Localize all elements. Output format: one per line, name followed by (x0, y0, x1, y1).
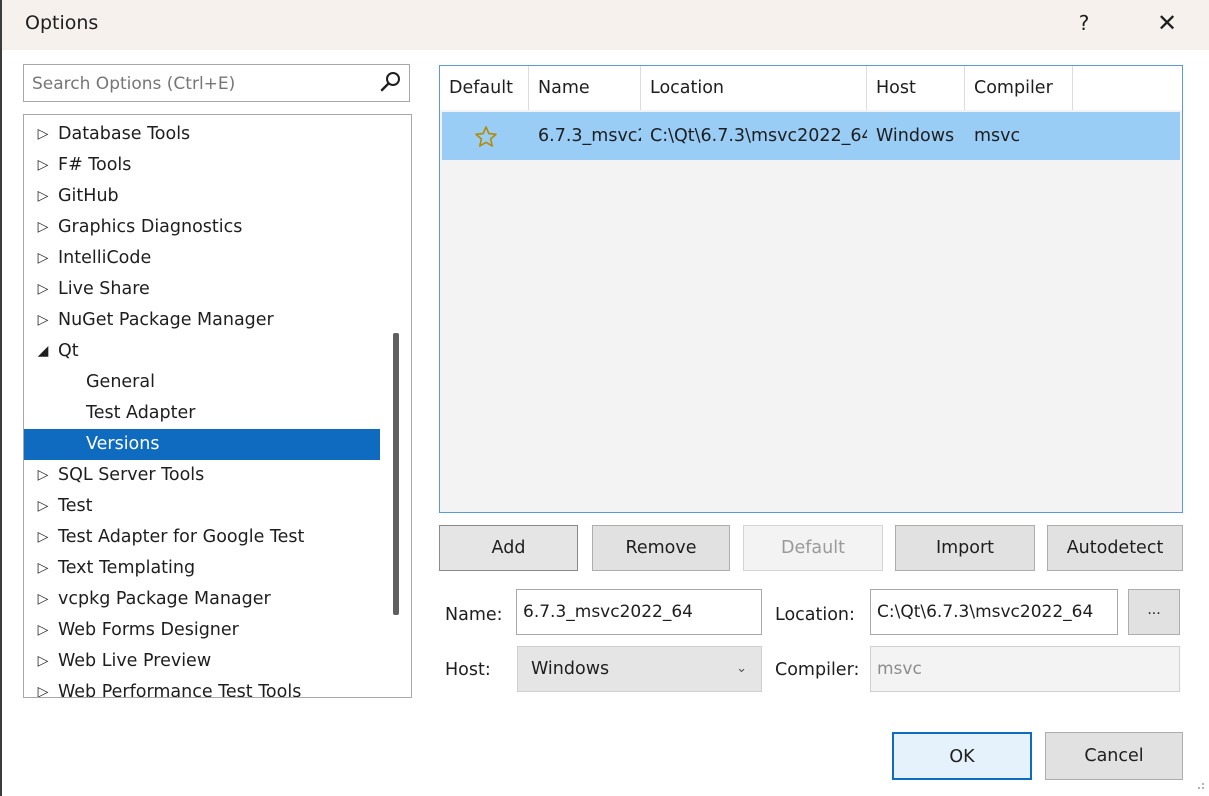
qt-versions-grid[interactable]: Default Name Location Host Compiler 6.7.… (439, 65, 1183, 513)
options-tree[interactable]: ▷ Database Tools ▷ F# Tools ▷ GitHub ▷ G… (23, 114, 412, 698)
tree-item-text-templating[interactable]: ▷ Text Templating (24, 553, 380, 584)
tree-item-qt-general[interactable]: General (24, 367, 380, 398)
expand-arrow-icon[interactable]: ▷ (34, 460, 52, 491)
close-button[interactable]: ✕ (1152, 6, 1182, 40)
default-button[interactable]: Default (743, 525, 883, 571)
browse-button[interactable]: ... (1128, 589, 1180, 635)
tree-item-fsharp-tools[interactable]: ▷ F# Tools (24, 150, 380, 181)
collapse-arrow-icon[interactable]: ◢ (34, 336, 52, 367)
expand-arrow-icon[interactable]: ▷ (34, 522, 52, 553)
tree-item-qt[interactable]: ◢ Qt (24, 336, 380, 367)
tree-item-label: F# Tools (58, 155, 132, 175)
tree-item-nuget-package-manager[interactable]: ▷ NuGet Package Manager (24, 305, 380, 336)
tree-item-intellicode[interactable]: ▷ IntelliCode (24, 243, 380, 274)
tree-item-label: General (86, 372, 155, 392)
expand-arrow-icon[interactable]: ▷ (34, 305, 52, 336)
window-title: Options (25, 12, 99, 34)
tree-item-label: IntelliCode (58, 248, 152, 268)
expand-arrow-icon[interactable]: ▷ (34, 677, 52, 697)
tree-item-label: Test Adapter (86, 403, 196, 423)
compiler-label: Compiler: (775, 660, 860, 680)
column-header-default[interactable]: Default (440, 66, 529, 110)
tree-item-label: Live Share (58, 279, 150, 299)
resize-grip-icon[interactable] (1195, 782, 1205, 792)
tree-item-label: Test (58, 496, 93, 516)
star-icon[interactable] (474, 125, 498, 149)
name-field[interactable]: 6.7.3_msvc2022_64 (516, 589, 762, 635)
expand-arrow-icon[interactable]: ▷ (34, 212, 52, 243)
expand-arrow-icon[interactable]: ▷ (34, 491, 52, 522)
tree-item-label: Versions (86, 434, 160, 454)
title-bar: Options ? ✕ (2, 0, 1209, 50)
cell-host: Windows (876, 126, 955, 146)
cell-compiler: msvc (974, 126, 1021, 146)
add-button[interactable]: Add (439, 525, 578, 571)
autodetect-button[interactable]: Autodetect (1047, 525, 1183, 571)
tree-item-label: vcpkg Package Manager (58, 589, 271, 609)
cell-location: C:\Qt\6.7.3\msvc2022_64 (650, 126, 867, 146)
search-input[interactable] (24, 65, 379, 103)
host-select[interactable]: Windows ⌄ (517, 646, 762, 692)
column-header-host[interactable]: Host (867, 66, 965, 110)
tree-item-sql-server-tools[interactable]: ▷ SQL Server Tools (24, 460, 380, 491)
tree-item-test[interactable]: ▷ Test (24, 491, 380, 522)
tree-item-vcpkg-package-manager[interactable]: ▷ vcpkg Package Manager (24, 584, 380, 615)
host-select-value: Windows (531, 659, 610, 679)
cancel-button[interactable]: Cancel (1045, 732, 1183, 780)
tree-item-database-tools[interactable]: ▷ Database Tools (24, 119, 380, 150)
tree-item-graphics-diagnostics[interactable]: ▷ Graphics Diagnostics (24, 212, 380, 243)
tree-item-label: Test Adapter for Google Test (58, 527, 305, 547)
expand-arrow-icon[interactable]: ▷ (34, 243, 52, 274)
tree-item-test-adapter-google-test[interactable]: ▷ Test Adapter for Google Test (24, 522, 380, 553)
tree-item-qt-versions[interactable]: Versions (24, 429, 380, 460)
tree-item-web-live-preview[interactable]: ▷ Web Live Preview (24, 646, 380, 677)
tree-item-web-forms-designer[interactable]: ▷ Web Forms Designer (24, 615, 380, 646)
column-header-name[interactable]: Name (529, 66, 641, 110)
expand-arrow-icon[interactable]: ▷ (34, 181, 52, 212)
ok-button[interactable]: OK (892, 732, 1032, 780)
host-label: Host: (445, 660, 491, 680)
tree-item-label: Qt (58, 341, 79, 361)
tree-item-label: Web Forms Designer (58, 620, 239, 640)
compiler-field[interactable]: msvc (870, 646, 1180, 692)
column-header-filler (1073, 66, 1182, 110)
location-label: Location: (775, 605, 855, 625)
window-border (0, 0, 2, 796)
import-button[interactable]: Import (895, 525, 1035, 571)
tree-item-label: Database Tools (58, 124, 191, 144)
tree-item-label: Web Live Preview (58, 651, 212, 671)
location-field[interactable]: C:\Qt\6.7.3\msvc2022_64 (870, 589, 1118, 635)
search-box (23, 64, 410, 103)
tree-item-label: Text Templating (58, 558, 196, 578)
column-header-compiler[interactable]: Compiler (965, 66, 1073, 110)
tree-item-label: NuGet Package Manager (58, 310, 274, 330)
remove-button[interactable]: Remove (592, 525, 730, 571)
tree-item-label: Graphics Diagnostics (58, 217, 243, 237)
expand-arrow-icon[interactable]: ▷ (34, 646, 52, 677)
help-button[interactable]: ? (1072, 8, 1096, 38)
search-icon[interactable] (379, 70, 403, 94)
table-row[interactable]: 6.7.3_msvc2022_64 C:\Qt\6.7.3\msvc2022_6… (442, 112, 1180, 160)
expand-arrow-icon[interactable]: ▷ (34, 553, 52, 584)
tree-item-label: SQL Server Tools (58, 465, 205, 485)
expand-arrow-icon[interactable]: ▷ (34, 584, 52, 615)
column-header-location[interactable]: Location (641, 66, 867, 110)
name-label: Name: (445, 605, 503, 625)
expand-arrow-icon[interactable]: ▷ (34, 150, 52, 181)
expand-arrow-icon[interactable]: ▷ (34, 615, 52, 646)
chevron-down-icon: ⌄ (736, 661, 747, 676)
expand-arrow-icon[interactable]: ▷ (34, 274, 52, 305)
expand-arrow-icon[interactable]: ▷ (34, 119, 52, 150)
tree-item-web-performance-test-tools[interactable]: ▷ Web Performance Test Tools (24, 677, 380, 698)
tree-item-label: GitHub (58, 186, 119, 206)
tree-item-live-share[interactable]: ▷ Live Share (24, 274, 380, 305)
tree-item-label: Web Performance Test Tools (58, 682, 302, 698)
cell-name: 6.7.3_msvc2022_64 (538, 126, 641, 146)
tree-item-github[interactable]: ▷ GitHub (24, 181, 380, 212)
tree-scrollbar-thumb[interactable] (393, 333, 399, 615)
tree-item-qt-test-adapter[interactable]: Test Adapter (24, 398, 380, 429)
